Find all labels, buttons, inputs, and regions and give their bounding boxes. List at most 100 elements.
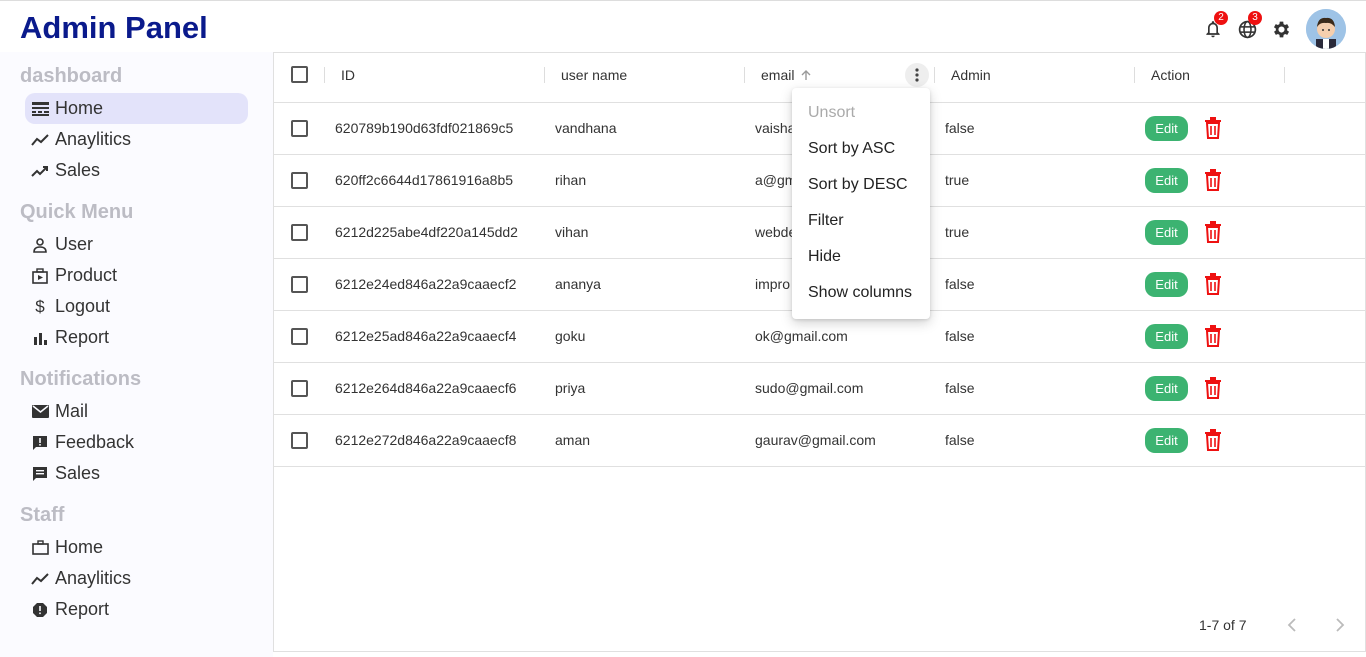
menu-item-unsort[interactable]: Unsort [808,104,855,122]
sidebar-item-feedback[interactable]: Feedback [25,427,248,458]
cell-id: 620789b190d63fdf021869c5 [335,120,514,136]
column-header-email[interactable]: email [761,53,794,103]
cell-admin: false [945,380,975,396]
column-separator[interactable] [324,67,325,83]
column-menu: Unsort Sort by ASC Sort by DESC Filter H… [792,88,930,319]
delete-icon[interactable] [1203,377,1223,399]
edit-button[interactable]: Edit [1145,376,1188,401]
sidebar-item-product[interactable]: Product [25,260,248,291]
settings-button[interactable] [1270,18,1292,40]
sidebar-item-label: Anaylitics [55,129,132,149]
column-header-admin[interactable]: Admin [951,53,991,103]
sidebar-item-label: Home [55,98,104,118]
notifications-button[interactable]: 2 [1202,11,1228,40]
column-separator[interactable] [934,67,935,83]
delete-icon[interactable] [1203,325,1223,347]
edit-button[interactable]: Edit [1145,324,1188,349]
dollar-icon: $ [35,296,45,316]
edit-button[interactable]: Edit [1145,272,1188,297]
delete-icon[interactable] [1203,429,1223,451]
menu-item-filter[interactable]: Filter [808,212,844,230]
row-checkbox[interactable] [291,380,308,397]
next-page-icon[interactable] [1331,616,1347,634]
language-button[interactable]: 3 [1236,11,1262,40]
feedback-icon [31,434,49,452]
delete-icon[interactable] [1203,117,1223,139]
sort-ascending-icon[interactable] [800,69,812,81]
select-all-checkbox[interactable] [291,66,308,83]
edit-button[interactable]: Edit [1145,168,1188,193]
sidebar-item-sales[interactable]: Sales [25,155,248,186]
sidebar-item-label: Report [55,327,110,347]
row-checkbox[interactable] [291,120,308,137]
sidebar-item-staff-anaylitics[interactable]: Anaylitics [25,563,248,594]
row-checkbox[interactable] [291,432,308,449]
section-title-dashboard: dashboard [20,65,123,87]
top-icons: 2 3 [1202,9,1346,49]
cell-username: rihan [555,172,587,188]
avatar[interactable] [1306,9,1346,49]
row-checkbox[interactable] [291,328,308,345]
sidebar-item-sales-chat[interactable]: Sales [25,458,248,489]
app-title[interactable]: Admin Panel [20,10,208,46]
sidebar-item-label: Sales [55,463,101,483]
column-separator[interactable] [1284,67,1285,83]
sidebar-item-report[interactable]: Report [25,322,248,353]
sidebar-item-label: Mail [55,401,89,421]
sidebar-item-label: Home [55,537,104,557]
edit-button[interactable]: Edit [1145,428,1188,453]
sidebar-item-home[interactable]: Home [25,93,248,124]
column-header-action[interactable]: Action [1151,53,1190,103]
sidebar-item-logout[interactable]: $ Logout [25,291,248,322]
sidebar-item-staff-home[interactable]: Home [25,532,248,563]
column-header-username[interactable]: user name [561,53,627,103]
column-separator[interactable] [1134,67,1135,83]
cell-email: sudo@gmail.com [755,380,864,396]
table-row[interactable]: 6212e272d846a22a9caaecf8 aman gaurav@gmail… [274,415,1365,467]
report-icon [31,601,49,619]
delete-icon[interactable] [1203,221,1223,243]
trending-up-icon [31,162,49,180]
edit-button[interactable]: Edit [1145,220,1188,245]
cell-email: vaisha [755,120,796,136]
delete-icon[interactable] [1203,169,1223,191]
cell-email: webde [755,224,797,240]
sidebar-item-label: Logout [55,296,111,316]
edit-button[interactable]: Edit [1145,116,1188,141]
sidebar-item-anaylitics[interactable]: Anaylitics [25,124,248,155]
sidebar-item-label: User [55,234,94,254]
cell-admin: false [945,120,975,136]
home-line-icon [31,100,49,118]
row-checkbox[interactable] [291,276,308,293]
cell-username: goku [555,328,586,344]
cell-username: vandhana [555,120,617,136]
cell-id: 6212e25ad846a22a9caaecf4 [335,328,517,344]
storefront-icon [31,267,49,285]
user-avatar-icon [1306,9,1346,49]
cell-email: gaurav@gmail.com [755,432,876,448]
pagination-count: 1-7 of 7 [1199,617,1247,633]
section-title-notifications: Notifications [20,368,142,390]
notification-badge: 2 [1214,11,1228,25]
menu-item-show-columns[interactable]: Show columns [808,284,912,302]
column-menu-button[interactable] [905,63,929,87]
menu-item-sort-asc[interactable]: Sort by ASC [808,140,895,158]
cell-id: 6212d225abe4df220a145dd2 [335,224,518,240]
column-header-id[interactable]: ID [341,53,355,103]
column-separator[interactable] [544,67,545,83]
row-checkbox[interactable] [291,172,308,189]
sidebar-item-mail[interactable]: Mail [25,396,248,427]
person-outline-icon [31,236,49,254]
row-checkbox[interactable] [291,224,308,241]
menu-item-sort-desc[interactable]: Sort by DESC [808,176,908,194]
sidebar: dashboard Home Anaylitics Sales Quick Me… [0,52,273,657]
previous-page-icon[interactable] [1285,616,1301,634]
sidebar-item-user[interactable]: User [25,229,248,260]
sidebar-item-label: Anaylitics [55,568,132,588]
cell-id: 620ff2c6644d17861916a8b5 [335,172,514,188]
sidebar-item-staff-report[interactable]: Report [25,594,248,625]
column-separator[interactable] [744,67,745,83]
table-row[interactable]: 6212e264d846a22a9caaecf6 priya sudo@gmail.… [274,363,1365,415]
menu-item-hide[interactable]: Hide [808,248,841,266]
delete-icon[interactable] [1203,273,1223,295]
